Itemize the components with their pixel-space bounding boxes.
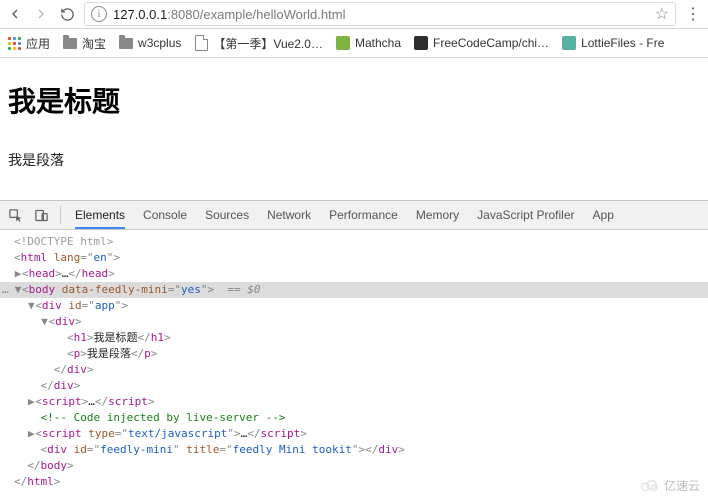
dom-line[interactable]: </div> (0, 378, 708, 394)
omnibox-url: 127.0.0.1:8080/example/helloWorld.html (113, 7, 345, 22)
file-icon (193, 35, 209, 51)
site-info-icon[interactable]: i (91, 6, 107, 22)
dom-line[interactable]: ▼<div id="app"> (0, 298, 708, 314)
inspect-element-icon[interactable] (6, 206, 24, 224)
omnibox[interactable]: i 127.0.0.1:8080/example/helloWorld.html… (84, 2, 676, 26)
tab-console[interactable]: Console (143, 201, 187, 229)
freecodecamp-favicon (413, 35, 429, 51)
browser-menu-button[interactable]: ⋮ (684, 4, 702, 24)
bookmark-star-icon[interactable]: ☆ (655, 4, 669, 24)
tab-sources[interactable]: Sources (205, 201, 249, 229)
folder-icon (118, 35, 134, 51)
dom-line[interactable]: <!DOCTYPE html> (0, 234, 708, 250)
bookmark-apps[interactable]: 应用 (6, 35, 50, 52)
tab-memory[interactable]: Memory (416, 201, 459, 229)
rendered-page: 我是标题 我是段落 (0, 58, 708, 188)
bookmark-mathcha[interactable]: Mathcha (335, 35, 401, 51)
bookmark-folder-w3cplus[interactable]: w3cplus (118, 35, 181, 51)
tab-performance[interactable]: Performance (329, 201, 398, 229)
bookmark-label: Mathcha (355, 36, 401, 50)
tab-elements[interactable]: Elements (75, 201, 125, 229)
dom-line[interactable]: ▶<head>…</head> (0, 266, 708, 282)
page-heading: 我是标题 (8, 80, 700, 120)
nav-reload-button[interactable] (58, 5, 76, 23)
toolbar-separator (60, 206, 61, 224)
dom-tree[interactable]: <!DOCTYPE html> <html lang="en"> ▶<head>… (0, 230, 708, 504)
bookmark-label: FreeCodeCamp/chi… (433, 36, 549, 50)
bookmark-label: w3cplus (138, 36, 181, 50)
tab-application[interactable]: App (593, 201, 614, 229)
tab-jsprofiler[interactable]: JavaScript Profiler (477, 201, 574, 229)
dom-line[interactable]: <div id="feedly-mini" title="feedly Mini… (0, 442, 708, 458)
dom-line[interactable]: </body> (0, 458, 708, 474)
devtools-toolbar: Elements Console Sources Network Perform… (0, 201, 708, 230)
lottie-favicon (561, 35, 577, 51)
devtools-tabs: Elements Console Sources Network Perform… (75, 201, 614, 229)
device-toolbar-icon[interactable] (32, 206, 50, 224)
tab-network[interactable]: Network (267, 201, 311, 229)
bookmark-bar: 应用 淘宝 w3cplus 【第一季】Vue2.0… Mathcha FreeC… (0, 29, 708, 58)
dom-line[interactable]: <!-- Code injected by live-server --> (0, 410, 708, 426)
bookmark-lottiefiles[interactable]: LottieFiles - Fre (561, 35, 664, 51)
folder-icon (62, 35, 78, 51)
dom-line[interactable]: </div> (0, 362, 708, 378)
dom-line[interactable]: ▶<script type="text/javascript">…</scrip… (0, 426, 708, 442)
browser-nav-bar: i 127.0.0.1:8080/example/helloWorld.html… (0, 0, 708, 29)
bookmark-folder-taobao[interactable]: 淘宝 (62, 35, 106, 52)
devtools-panel: Elements Console Sources Network Perform… (0, 200, 708, 504)
bookmark-label: 淘宝 (82, 35, 106, 52)
bookmark-freecodecamp[interactable]: FreeCodeCamp/chi… (413, 35, 549, 51)
dom-line[interactable]: <html lang="en"> (0, 250, 708, 266)
bookmark-label: 【第一季】Vue2.0… (213, 35, 323, 52)
dom-line[interactable]: <p>我是段落</p> (0, 346, 708, 362)
dom-line[interactable]: </html> (0, 474, 708, 490)
dom-line-selected[interactable]: ▼<body data-feedly-mini="yes"> == $0 (0, 282, 708, 298)
page-paragraph: 我是段落 (8, 150, 700, 170)
dom-line[interactable]: ▶<script>…</script> (0, 394, 708, 410)
nav-back-button[interactable] (6, 5, 24, 23)
apps-icon (6, 35, 22, 51)
nav-forward-button[interactable] (32, 5, 50, 23)
dom-line[interactable]: ▼<div> (0, 314, 708, 330)
dom-line[interactable]: <h1>我是标题</h1> (0, 330, 708, 346)
bookmark-label: 应用 (26, 35, 50, 52)
bookmark-vue[interactable]: 【第一季】Vue2.0… (193, 35, 323, 52)
mathcha-favicon (335, 35, 351, 51)
bookmark-label: LottieFiles - Fre (581, 36, 664, 50)
